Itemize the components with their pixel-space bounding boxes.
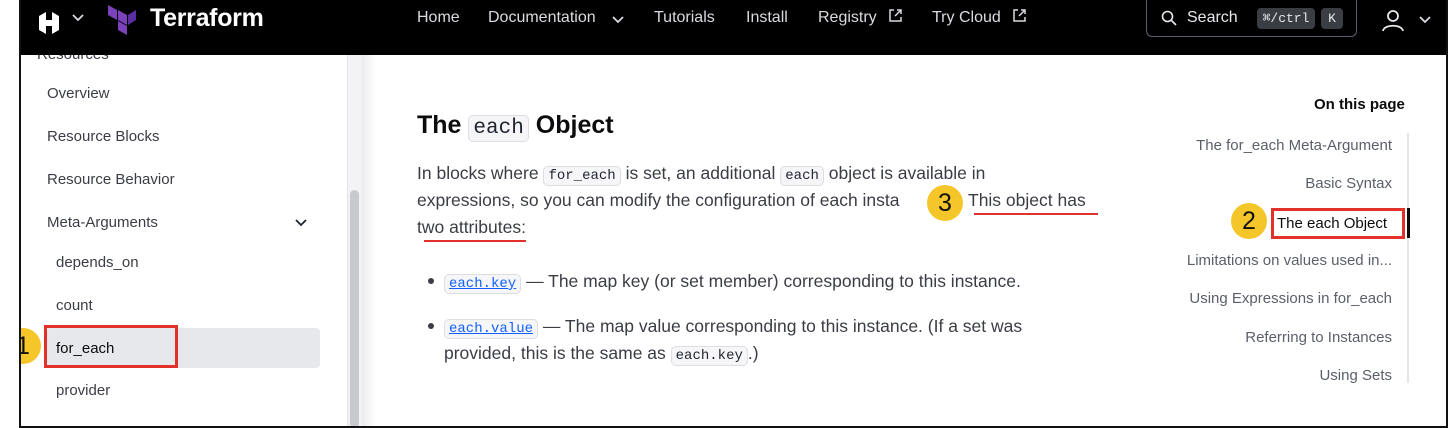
inline-code: for_each — [543, 166, 621, 186]
nav-registry[interactable]: Registry — [818, 9, 877, 27]
chevron-down-icon[interactable] — [71, 10, 85, 24]
heading-text-post: Object — [535, 111, 614, 139]
sidebar-item-resource-behavior[interactable]: Resource Behavior — [47, 171, 175, 188]
on-this-page-title: On this page — [1314, 96, 1405, 113]
toc-item-referring-to-instances[interactable]: Referring to Instances — [1245, 329, 1392, 346]
toc-item-using-expressions[interactable]: Using Expressions in for_each — [1189, 290, 1392, 307]
list-item-text: — The map value corresponding to this in… — [542, 316, 1023, 336]
chevron-down-icon[interactable] — [611, 12, 625, 26]
paragraph-line-1: In blocks where for_each is set, an addi… — [417, 160, 985, 190]
sidebar-item-depends-on[interactable]: depends_on — [56, 254, 139, 271]
list-item-text: — The map key (or set member) correspond… — [526, 271, 1021, 291]
terraform-logo-icon[interactable] — [106, 3, 138, 35]
toc-item-basic-syntax[interactable]: Basic Syntax — [1305, 175, 1392, 192]
toc-item-label: The each Object — [1277, 215, 1388, 232]
annotation-badge-3: 3 — [927, 185, 963, 221]
page-heading: The each Object — [417, 111, 614, 142]
shortcut-key: K — [1321, 8, 1343, 29]
toc-item-for-each-meta-argument[interactable]: The for_each Meta-Argument — [1196, 137, 1392, 154]
shortcut-modifier: ⌘/ctrl — [1257, 8, 1315, 29]
search-icon — [1161, 10, 1177, 26]
heading-text-pre: The — [417, 111, 462, 139]
nav-install[interactable]: Install — [746, 9, 788, 27]
list-item-each-value: each.value — The map value corresponding… — [444, 313, 1022, 343]
annotation-underline — [974, 213, 1098, 215]
para-text: expressions, so you can modify the confi… — [417, 190, 900, 210]
each-key-link[interactable]: each.key — [444, 274, 522, 294]
on-this-page-rail — [1407, 133, 1409, 383]
top-navigation: Terraform Home Documentation Tutorials I… — [21, 0, 1446, 55]
list-bullet — [428, 278, 434, 284]
sidebar-section-title: Resources — [37, 55, 109, 63]
nav-home[interactable]: Home — [417, 9, 460, 27]
list-item-each-value-cont: provided, this is the same as each.key.) — [444, 340, 759, 370]
paragraph-line-2-tail: This object has — [968, 190, 1086, 210]
sidebar-item-resource-blocks[interactable]: Resource Blocks — [47, 128, 160, 145]
annotation-box-1 — [44, 325, 178, 368]
chevron-down-icon[interactable] — [1418, 12, 1432, 26]
paragraph-line-3: two attributes: — [417, 217, 526, 237]
nav-try-cloud[interactable]: Try Cloud — [932, 9, 1001, 27]
toc-item-using-sets[interactable]: Using Sets — [1319, 367, 1392, 384]
browser-frame: Terraform Home Documentation Tutorials I… — [19, 0, 1448, 428]
inline-code: each.key — [670, 346, 748, 366]
content-divider — [362, 55, 376, 426]
hashicorp-logo-icon[interactable] — [35, 9, 63, 37]
search-button[interactable]: Search ⌘/ctrl K — [1146, 0, 1357, 37]
sidebar-item-provider[interactable]: provider — [56, 382, 110, 399]
external-link-icon — [1013, 9, 1026, 22]
sidebar-item-count[interactable]: count — [56, 297, 93, 314]
sidebar-item-overview[interactable]: Overview — [47, 85, 110, 102]
para-text: In blocks where — [417, 163, 539, 183]
inline-code: each — [780, 166, 824, 186]
each-value-link[interactable]: each.value — [444, 319, 539, 339]
list-bullet — [428, 323, 434, 329]
on-this-page-active-marker — [1407, 208, 1410, 238]
chevron-down-icon[interactable] — [294, 215, 308, 229]
toc-item-limitations[interactable]: Limitations on values used in... — [1187, 252, 1392, 269]
sidebar-item-meta-arguments[interactable]: Meta-Arguments — [47, 214, 158, 231]
docs-sidebar: Resources Overview Resource Blocks Resou… — [21, 55, 348, 426]
toc-item-each-object[interactable]: The each Object — [1271, 208, 1405, 239]
sidebar-scroll-thumb[interactable] — [350, 190, 359, 426]
para-text: object is available in — [828, 163, 986, 183]
brand-name[interactable]: Terraform — [150, 4, 264, 33]
para-text: is set, an additional — [625, 163, 776, 183]
list-item-text: .) — [747, 343, 759, 363]
user-icon[interactable] — [1381, 8, 1405, 32]
search-label: Search — [1187, 9, 1238, 26]
heading-code: each — [468, 115, 529, 142]
annotation-underline — [424, 240, 526, 242]
list-item-each-key: each.key — The map key (or set member) c… — [444, 268, 1021, 298]
nav-documentation[interactable]: Documentation — [488, 9, 596, 27]
paragraph-line-2: expressions, so you can modify the confi… — [417, 187, 900, 214]
nav-tutorials[interactable]: Tutorials — [654, 9, 715, 27]
list-item-text: provided, this is the same as — [444, 343, 666, 363]
annotation-badge-2: 2 — [1231, 203, 1267, 239]
external-link-icon — [889, 9, 902, 22]
